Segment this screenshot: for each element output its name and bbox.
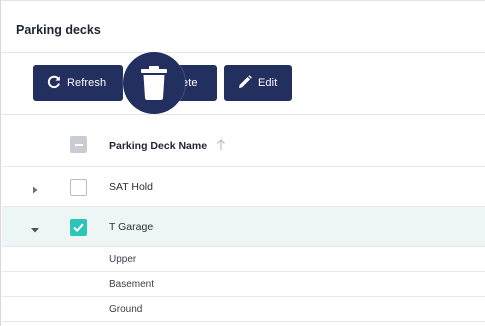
refresh-icon: [47, 75, 61, 92]
table-row[interactable]: T Garage: [2, 207, 485, 247]
parking-deck-name: SAT Hold: [109, 181, 153, 193]
edit-button[interactable]: Edit: [224, 65, 292, 101]
row-checkbox[interactable]: [70, 179, 87, 196]
select-all-checkbox[interactable]: [70, 136, 87, 153]
grid-header-row: Parking Deck Name: [2, 123, 485, 167]
level-name: Ground: [109, 304, 143, 315]
sub-row[interactable]: Ground: [2, 297, 485, 322]
column-header-parking-deck-name[interactable]: Parking Deck Name: [109, 139, 226, 154]
parking-deck-grid: Parking Deck Name SAT Hold T Garage Uppe…: [2, 123, 485, 322]
checkmark-icon: [73, 223, 84, 233]
refresh-label: Refresh: [67, 77, 107, 89]
column-header-label: Parking Deck Name: [109, 140, 208, 152]
panel-header: Parking decks: [2, 1, 485, 53]
sub-row[interactable]: Upper: [2, 247, 485, 272]
level-name: Upper: [109, 254, 137, 265]
edit-label: Edit: [258, 77, 278, 89]
sub-row[interactable]: Basement: [2, 272, 485, 297]
caret-down-icon[interactable]: [30, 222, 40, 233]
row-checkbox-checked[interactable]: [70, 219, 87, 236]
trash-icon[interactable]: [123, 52, 185, 114]
level-name: Basement: [109, 279, 155, 290]
parking-deck-name: T Garage: [109, 221, 154, 233]
panel-title: Parking decks: [16, 23, 101, 37]
parking-decks-panel: Parking decks Refresh ete Edit Parking D…: [0, 0, 485, 326]
toolbar: Refresh ete Edit: [2, 53, 485, 115]
refresh-button[interactable]: Refresh: [33, 65, 123, 101]
sort-arrow-up-icon[interactable]: [216, 139, 226, 154]
table-row[interactable]: SAT Hold: [2, 167, 485, 207]
caret-right-icon[interactable]: [30, 182, 40, 194]
pencil-icon: [238, 74, 252, 92]
